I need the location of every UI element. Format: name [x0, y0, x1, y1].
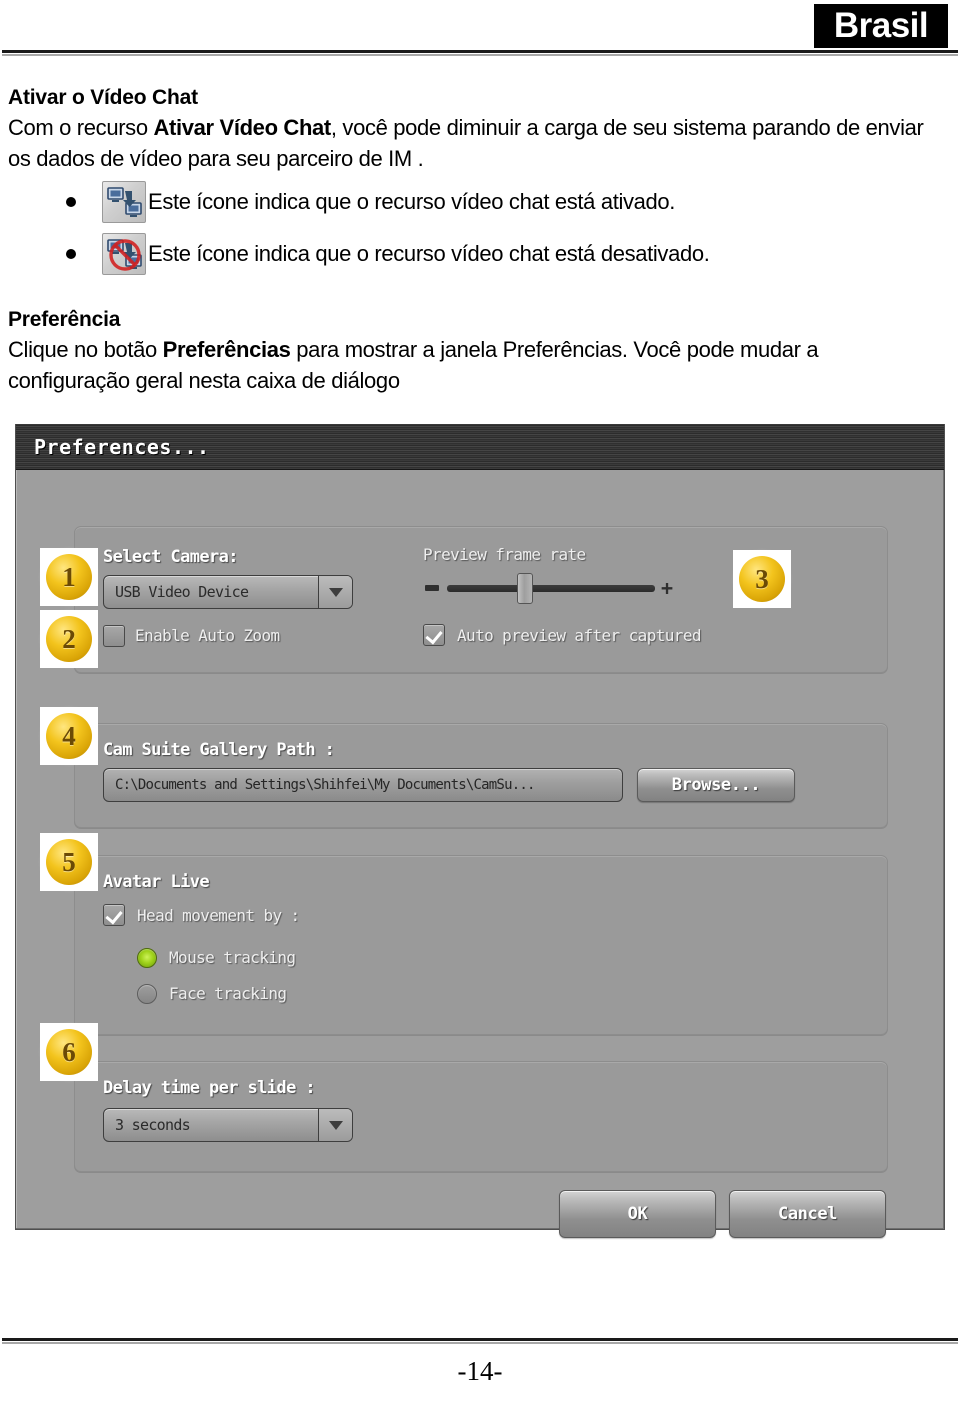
- head-movement-label: Head movement by :: [137, 906, 300, 925]
- face-tracking-radio[interactable]: [137, 984, 157, 1004]
- chevron-down-icon[interactable]: [318, 576, 352, 608]
- callout-badge-4: 4: [40, 707, 98, 765]
- cancel-button[interactable]: Cancel: [729, 1190, 886, 1238]
- preference-paragraph: Clique no botão Preferências para mostra…: [8, 334, 938, 396]
- preference-text-post: para mostrar a janela Preferências. Você: [290, 337, 681, 362]
- footer-divider: [2, 1338, 958, 1344]
- gallery-path-label: Cam Suite Gallery Path :: [103, 740, 335, 760]
- preference-text-pre: Clique no botão: [8, 337, 163, 362]
- browse-button[interactable]: Browse...: [637, 768, 795, 802]
- callout-badge-3: 3: [733, 550, 791, 608]
- gallery-path-panel: Cam Suite Gallery Path : C:\Documents an…: [74, 723, 888, 828]
- intro-text-post: , você pode diminuir a carga de seu: [330, 115, 668, 140]
- bullet-list: Este ícone indica que o recurso vídeo ch…: [8, 176, 938, 280]
- face-tracking-label: Face tracking: [169, 984, 287, 1003]
- mouse-tracking-radio[interactable]: [137, 948, 157, 968]
- preference-text-bold: Preferências: [162, 337, 291, 362]
- header-divider: [2, 50, 958, 56]
- list-item-label: Este ícone indica que o recurso vídeo ch…: [148, 241, 710, 266]
- document-page: Brasil Ativar o Vídeo Chat Com o recurso…: [0, 0, 960, 1416]
- country-badge: Brasil: [814, 4, 948, 48]
- camera-select[interactable]: USB Video Device: [103, 575, 353, 609]
- avatar-live-label: Avatar Live: [103, 872, 210, 892]
- callout-number: 3: [739, 556, 785, 602]
- bullet-dot-icon: [66, 197, 76, 207]
- auto-preview-checkbox[interactable]: [423, 624, 445, 646]
- page-number: -14-: [457, 1356, 503, 1386]
- preview-frame-rate-label: Preview frame rate: [423, 545, 586, 564]
- preview-frame-rate-slider[interactable]: +: [423, 571, 683, 607]
- video-chat-disabled-icon: [102, 233, 146, 275]
- intro-paragraph: Com o recurso Ativar Vídeo Chat, você po…: [8, 112, 938, 174]
- dialog-title: Preferences...: [34, 435, 210, 459]
- auto-preview-label: Auto preview after captured: [457, 626, 701, 645]
- dialog-titlebar[interactable]: Preferences...: [16, 424, 944, 470]
- slider-plus-icon: +: [661, 576, 674, 600]
- list-item: Este ícone indica que o recurso vídeo ch…: [8, 176, 938, 228]
- camera-select-value: USB Video Device: [115, 583, 249, 601]
- intro-text-pre: Com o recurso: [8, 115, 154, 140]
- callout-badge-6: 6: [40, 1023, 98, 1081]
- callout-number: 2: [46, 616, 92, 662]
- list-item: Este ícone indica que o recurso vídeo ch…: [8, 228, 938, 280]
- delay-time-select[interactable]: 3 seconds: [103, 1108, 353, 1142]
- callout-number: 4: [46, 713, 92, 759]
- video-chat-enabled-icon: [102, 181, 146, 223]
- section-heading: Ativar o Vídeo Chat: [8, 86, 198, 109]
- enable-auto-zoom-checkbox[interactable]: [103, 625, 125, 647]
- head-movement-checkbox[interactable]: [103, 904, 125, 926]
- document-body: Ativar o Vídeo Chat Com o recurso Ativar…: [8, 84, 938, 396]
- dialog-content: Select Camera: USB Video Device Enable A…: [16, 470, 944, 1238]
- slider-thumb[interactable]: [517, 573, 533, 604]
- delay-time-label: Delay time per slide :: [103, 1078, 316, 1098]
- preference-heading: Preferência: [8, 308, 121, 331]
- bullet-dot-icon: [66, 249, 76, 259]
- list-item-label: Este ícone indica que o recurso vídeo ch…: [148, 189, 676, 214]
- slider-track[interactable]: [447, 585, 655, 592]
- preferences-dialog: Preferences... Select Camera: USB Video …: [15, 424, 945, 1238]
- callout-number: 1: [46, 554, 92, 600]
- callout-badge-5: 5: [40, 833, 98, 891]
- slider-minus-icon: [425, 585, 439, 591]
- enable-auto-zoom-label: Enable Auto Zoom: [135, 626, 280, 645]
- callout-number: 6: [46, 1029, 92, 1075]
- ok-button[interactable]: OK: [559, 1190, 716, 1238]
- delay-time-panel: Delay time per slide : 3 seconds: [74, 1061, 888, 1172]
- avatar-live-panel: Avatar Live Head movement by : Mouse tra…: [74, 855, 888, 1035]
- callout-number: 5: [46, 839, 92, 885]
- delay-time-value: 3 seconds: [115, 1116, 191, 1134]
- intro-text-bold: Ativar Vídeo Chat: [153, 115, 331, 140]
- gallery-path-input[interactable]: C:\Documents and Settings\Shihfei\My Doc…: [103, 768, 623, 802]
- callout-badge-2: 2: [40, 610, 98, 668]
- mouse-tracking-label: Mouse tracking: [169, 948, 296, 967]
- callout-badge-1: 1: [40, 548, 98, 606]
- select-camera-label: Select Camera:: [103, 547, 238, 567]
- chevron-down-icon[interactable]: [318, 1109, 352, 1141]
